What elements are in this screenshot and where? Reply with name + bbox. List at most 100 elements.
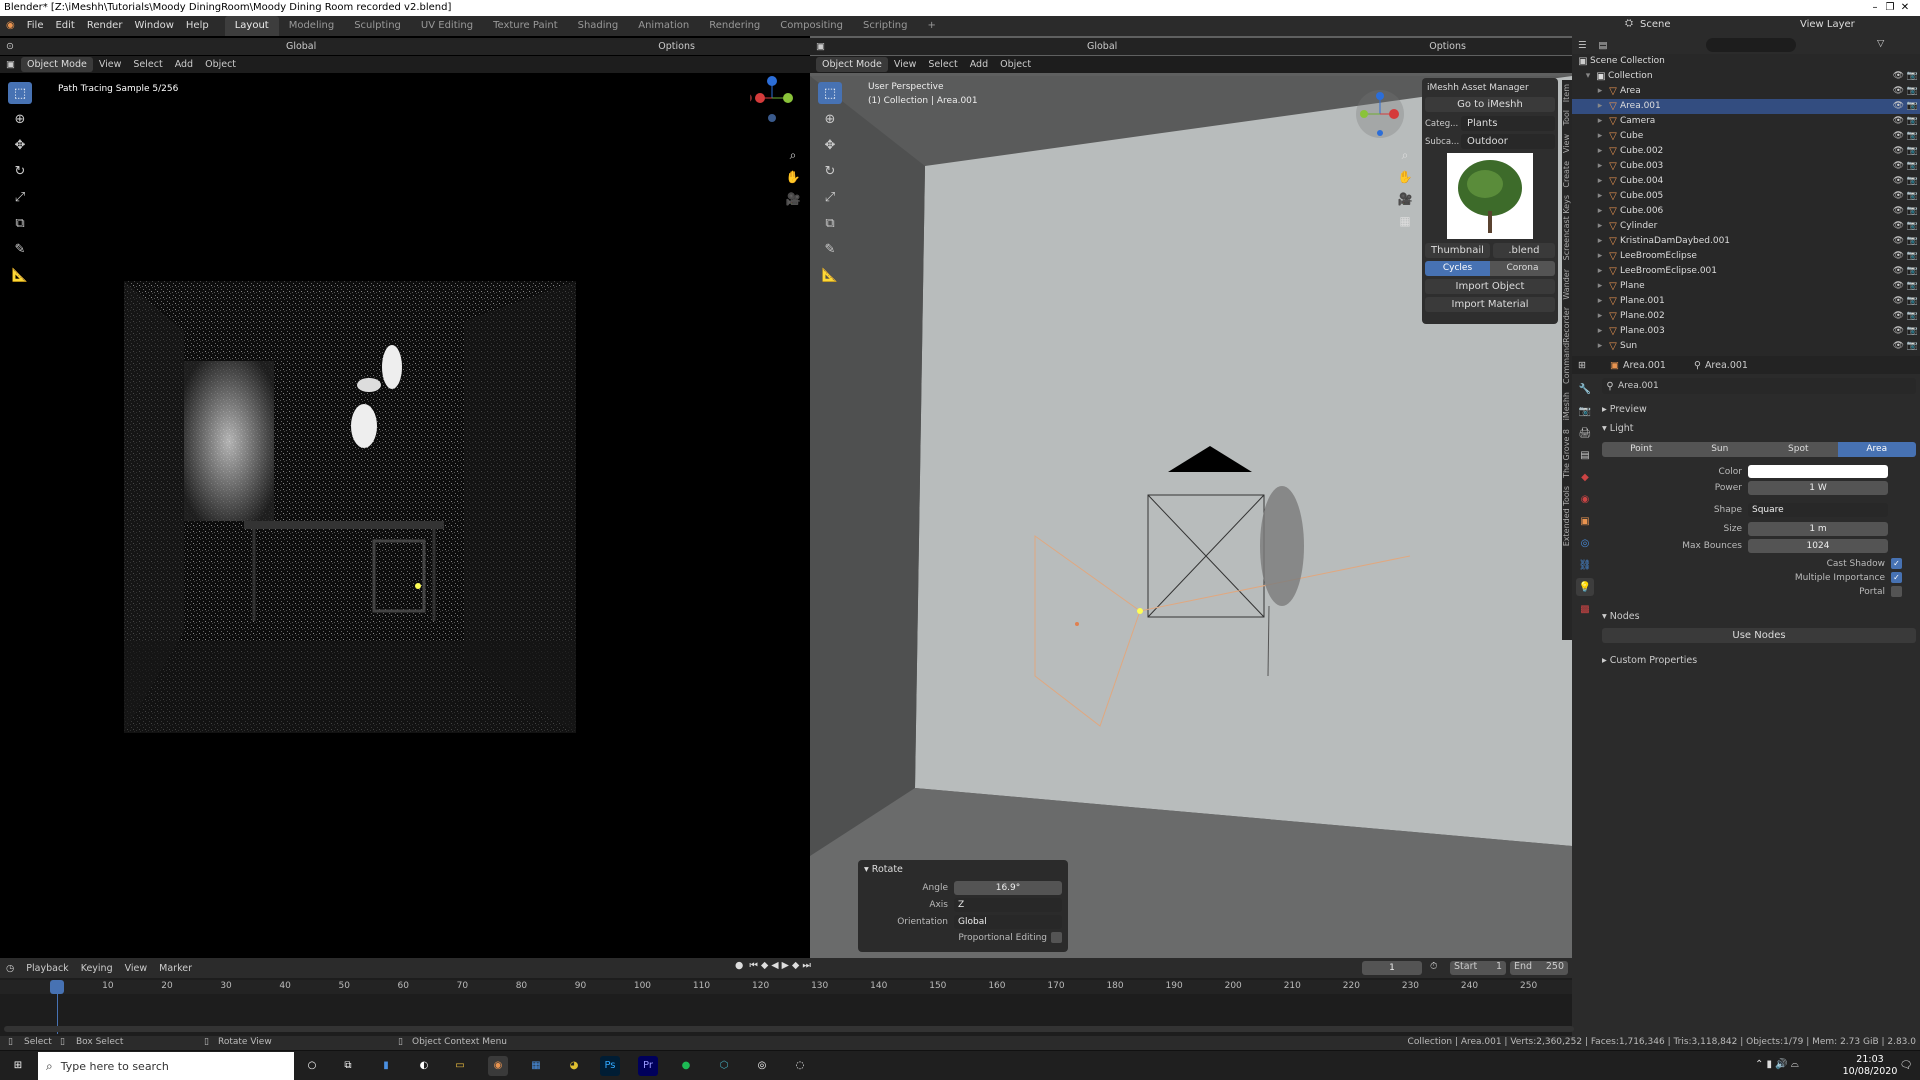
outliner-editor-icon[interactable]: ☰ — [1572, 38, 1593, 53]
playhead[interactable] — [50, 980, 64, 994]
render-visibility-icon[interactable]: 📷 — [1907, 219, 1918, 234]
visibility-icon[interactable]: 👁 — [1893, 159, 1904, 174]
clock-icon[interactable]: ⏱ — [1430, 961, 1437, 972]
timeline-menu-keying[interactable]: Keying — [75, 961, 119, 976]
render-visibility-icon[interactable]: 📷 — [1907, 204, 1918, 219]
expand-icon[interactable]: ▸ — [1594, 234, 1606, 249]
right-editor-type-icon[interactable]: ▣ — [810, 39, 831, 54]
sidebar-tab-view[interactable]: View — [1562, 130, 1572, 157]
orientation-select[interactable]: Global — [954, 915, 1062, 929]
expand-icon[interactable]: ▾ — [1582, 69, 1594, 84]
add-workspace-button[interactable]: + — [917, 16, 945, 36]
workspace-tab-sculpting[interactable]: Sculpting — [344, 16, 411, 36]
render-visibility-icon[interactable]: 📷 — [1907, 324, 1918, 339]
expand-icon[interactable]: ▸ — [1594, 204, 1606, 219]
select-box-tool-icon[interactable]: ⬚ — [8, 82, 32, 104]
outliner-item[interactable]: ▸ ▽ Cube.006 👁 📷 — [1572, 204, 1920, 219]
app-icon-5[interactable]: ◌ — [790, 1056, 810, 1076]
outliner-item[interactable]: ▸ ▽ Cube.002 👁 📷 — [1572, 144, 1920, 159]
category-select[interactable]: Plants — [1461, 116, 1555, 131]
jump-start-icon[interactable]: ⏮ — [749, 960, 758, 971]
right-pan-hand-icon[interactable]: ✋ — [1394, 166, 1416, 188]
right-menu-object[interactable]: Object — [994, 57, 1037, 72]
asset-thumbnail[interactable] — [1447, 153, 1533, 239]
visibility-icon[interactable]: 👁 — [1893, 339, 1904, 354]
transform-pivot-icon[interactable]: ⊙ — [0, 39, 20, 54]
nodes-section[interactable]: ▾ Nodes — [1602, 607, 1916, 626]
expand-icon[interactable]: ▸ — [1594, 99, 1606, 114]
visibility-icon[interactable]: 👁 — [1893, 309, 1904, 324]
sidebar-tab-screencast-keys[interactable]: Screencast Keys — [1562, 191, 1572, 264]
play-icon[interactable]: ▶ — [782, 960, 789, 971]
expand-icon[interactable]: ▸ — [1594, 189, 1606, 204]
use-nodes-button[interactable]: Use Nodes — [1602, 628, 1916, 643]
right-options-button[interactable]: Options — [1423, 39, 1472, 54]
right-transform-tool-icon[interactable]: ⧉ — [818, 212, 842, 234]
taskbar-search-box[interactable]: ⌕ Type here to search — [38, 1052, 294, 1080]
workspace-tab-uv-editing[interactable]: UV Editing — [411, 16, 483, 36]
workspace-tab-scripting[interactable]: Scripting — [853, 16, 917, 36]
expand-icon[interactable]: ▸ — [1594, 264, 1606, 279]
render-visibility-icon[interactable]: 📷 — [1907, 129, 1918, 144]
cast-shadow-checkbox[interactable]: ✓ — [1891, 558, 1902, 569]
outliner-item[interactable]: ▸ ▽ Sun 👁 📷 — [1572, 339, 1920, 354]
end-frame-value[interactable]: 250 — [1546, 961, 1564, 975]
render-visibility-icon[interactable]: 📷 — [1907, 84, 1918, 99]
scene-name[interactable]: Scene — [1640, 19, 1671, 30]
measure-tool-icon[interactable]: 📐 — [8, 264, 32, 286]
timeline-menu-view[interactable]: View — [119, 961, 154, 976]
visibility-icon[interactable]: 👁 — [1893, 219, 1904, 234]
workspace-tab-rendering[interactable]: Rendering — [699, 16, 770, 36]
properties-object-name[interactable]: Area.001 — [1623, 360, 1666, 371]
right-menu-view[interactable]: View — [888, 57, 923, 72]
right-camera-view-icon[interactable]: 🎥 — [1394, 188, 1416, 210]
chrome-icon[interactable]: ◕ — [564, 1056, 584, 1076]
task-view-icon[interactable]: ⧉ — [338, 1056, 358, 1076]
import-material-button[interactable]: Import Material — [1425, 297, 1555, 312]
portal-checkbox[interactable] — [1891, 586, 1902, 597]
light-type-spot[interactable]: Spot — [1759, 442, 1838, 457]
outliner-item[interactable]: ▸ ▽ LeeBroomEclipse.001 👁 📷 — [1572, 264, 1920, 279]
next-key-icon[interactable]: ◆ — [792, 960, 799, 971]
expand-icon[interactable]: ▸ — [1594, 279, 1606, 294]
outliner-item[interactable]: ▸ ▽ Cube.003 👁 📷 — [1572, 159, 1920, 174]
expand-icon[interactable]: ▸ — [1594, 84, 1606, 99]
render-visibility-icon[interactable]: 📷 — [1907, 249, 1918, 264]
menu-render[interactable]: Render — [81, 16, 129, 36]
custom-properties-section[interactable]: ▸ Custom Properties — [1602, 651, 1916, 670]
visibility-icon[interactable]: 👁 — [1893, 324, 1904, 339]
right-scale-tool-icon[interactable]: ⤢ — [818, 186, 842, 208]
close-icon[interactable]: ✕ — [1890, 0, 1920, 16]
blend-toggle[interactable]: .blend — [1492, 243, 1555, 258]
texture-tab-icon[interactable]: ▩ — [1576, 600, 1594, 618]
left-options-button[interactable]: Options — [652, 39, 701, 54]
sidebar-tab-extended-tools[interactable]: Extended Tools — [1562, 482, 1572, 550]
engine-cycles-tab[interactable]: Cycles — [1425, 261, 1490, 276]
left-menu-view[interactable]: View — [93, 57, 128, 72]
menu-help[interactable]: Help — [180, 16, 215, 36]
right-zoom-icon[interactable]: ⌕ — [1394, 144, 1416, 166]
premiere-icon[interactable]: Pr — [638, 1056, 658, 1076]
outliner-item[interactable]: ▸ ▽ KristinaDamDaybed.001 👁 📷 — [1572, 234, 1920, 249]
record-icon[interactable]: ● — [735, 960, 743, 971]
spotify-icon[interactable]: ● — [676, 1056, 696, 1076]
left-viewport[interactable]: ▣ Object Mode View Select Add Object ⊙ G… — [0, 36, 810, 958]
timeline-ruler[interactable]: 1102030405060708090100110120130140150160… — [0, 980, 1572, 994]
expand-icon[interactable]: ▸ — [1594, 219, 1606, 234]
workspace-tab-texture-paint[interactable]: Texture Paint — [483, 16, 568, 36]
outliner-item[interactable]: ▸ ▽ Area.001 👁 📷 — [1572, 99, 1920, 114]
current-frame-field[interactable]: 1 — [1362, 961, 1422, 975]
right-nav-gizmo[interactable] — [1350, 84, 1410, 147]
editor-type-icon[interactable]: ▣ — [0, 57, 21, 72]
render-visibility-icon[interactable]: 📷 — [1907, 309, 1918, 324]
world-tab-icon[interactable]: ◉ — [1576, 490, 1594, 508]
visibility-icon[interactable]: 👁 — [1893, 189, 1904, 204]
calculator-icon[interactable]: ▦ — [526, 1056, 546, 1076]
color-swatch[interactable] — [1748, 465, 1888, 478]
visibility-icon[interactable]: 👁 — [1893, 114, 1904, 129]
timeline-menu-marker[interactable]: Marker — [153, 961, 198, 976]
light-type-sun[interactable]: Sun — [1680, 442, 1759, 457]
expand-icon[interactable]: ▸ — [1594, 309, 1606, 324]
expand-icon[interactable]: ▸ — [1594, 294, 1606, 309]
expand-icon[interactable]: ▸ — [1594, 159, 1606, 174]
